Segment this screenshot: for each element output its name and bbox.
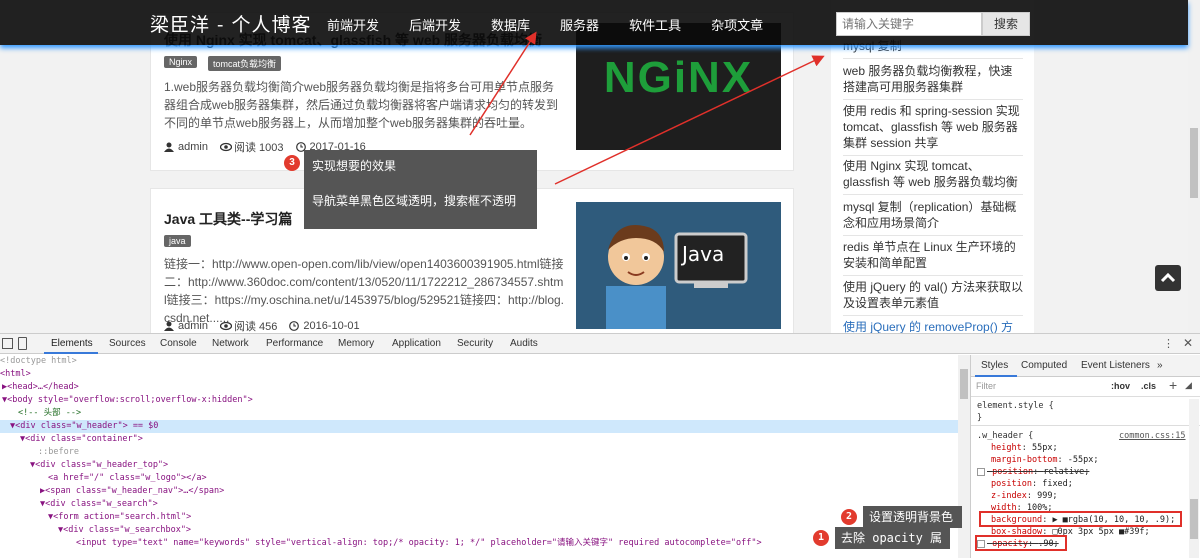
tab-network[interactable]: Network [212,338,249,349]
annotation-callout: 去除 opacity 属性 [835,527,950,558]
css-declaration-disabled[interactable]: position: relative; [977,466,1089,478]
scrollbar-thumb[interactable] [1190,499,1198,539]
devtools-panel: Elements Sources Console Network Perform… [0,333,1200,558]
add-rule-icon[interactable]: + [1169,377,1177,393]
css-val: relative; [1043,467,1090,477]
dom-node[interactable]: ▼<div class="w_header_top"> [30,459,970,472]
element-style-rule[interactable]: element.style { [977,400,1054,412]
css-prop: position [992,467,1034,477]
tab-sources[interactable]: Sources [109,338,146,349]
css-declaration[interactable]: z-index: 999; [991,490,1058,502]
annotation-number: 1 [813,530,829,546]
css-declaration[interactable]: margin-bottom: -55px; [991,454,1099,466]
dom-node[interactable]: <!-- 头部 --> [18,407,970,420]
dom-node[interactable]: ▼<body style="overflow:scroll;overflow-x… [2,394,960,407]
rule-divider [971,425,1200,426]
rule-source-link[interactable]: common.css:15 [1119,430,1186,442]
dom-node[interactable]: <a href="/" class="w_logo"></a> [48,472,970,485]
dom-node[interactable]: <html> [0,368,958,381]
styles-scrollbar[interactable] [1189,399,1199,558]
dom-node[interactable]: <!doctype html> [0,355,958,368]
dom-node[interactable]: ▶<span class="w_header_nav">…</span> [40,485,970,498]
styles-filter-input[interactable]: Filter [976,381,996,391]
css-val: 999; [1037,491,1058,501]
tab-computed[interactable]: Computed [1021,360,1067,371]
expand-icon[interactable]: ◢ [1185,380,1192,391]
rule-selector[interactable]: .w_header { [977,430,1033,442]
css-prop: margin-bottom [991,455,1058,465]
cls-toggle[interactable]: .cls [1141,381,1156,391]
tab-elements[interactable]: Elements [51,338,93,349]
device-toggle-icon[interactable] [18,337,27,350]
dom-node[interactable]: ▼<div class="w_search"> [40,498,970,511]
tab-console[interactable]: Console [160,338,197,349]
css-prop: height [991,443,1022,453]
elements-tree[interactable]: <!doctype html> <html> ▶<head>…</head> ▼… [0,355,970,558]
tab-memory[interactable]: Memory [338,338,374,349]
css-declaration[interactable]: height: 55px; [991,442,1058,454]
dom-node[interactable]: ::before [38,446,970,459]
annotation-number: 2 [841,509,857,525]
highlight-box [975,535,1067,551]
dom-node-selected[interactable]: ▼<div class="w_header"> == $0 [0,420,958,433]
css-declaration[interactable]: position: fixed; [991,478,1073,490]
css-prop: z-index [991,491,1027,501]
css-val: fixed; [1042,479,1073,489]
declaration-checkbox[interactable] [977,467,985,476]
tab-audits[interactable]: Audits [510,338,538,349]
tab-application[interactable]: Application [392,338,441,349]
more-tabs-button[interactable]: » [1157,360,1163,371]
tab-security[interactable]: Security [457,338,493,349]
css-val: □0px 3px 5px ■#39f; [1052,527,1150,537]
css-prop: position [991,479,1032,489]
dom-node[interactable]: ▶<head>…</head> [2,381,960,394]
styles-filter-row: Filter :hov .cls + ◢ [971,377,1200,397]
dom-node[interactable]: ▼<div class="w_searchbox"> [58,524,970,537]
styles-tabs: Styles Computed Event Listeners » [971,355,1200,377]
tab-styles[interactable]: Styles [981,360,1008,371]
active-tab-indicator [44,352,98,354]
css-val: -55px; [1067,455,1099,465]
css-val: 55px; [1031,443,1058,453]
highlight-box [979,511,1182,527]
scrollbar-thumb[interactable] [960,369,968,399]
styles-panel: Styles Computed Event Listeners » Filter… [970,355,1200,558]
dom-node[interactable]: ▼<div class="container"> [20,433,970,446]
more-options-icon[interactable]: ⋮ [1163,337,1174,350]
inspect-icon[interactable] [2,338,13,349]
devtools-toolbar: Elements Sources Console Network Perform… [0,334,1200,354]
hov-toggle[interactable]: :hov [1111,381,1130,391]
annotation-arrows [469,31,825,185]
dom-node[interactable]: ▼<form action="search.html"> [48,511,970,524]
tab-performance[interactable]: Performance [266,338,323,349]
annotation-callout: 设置透明背景色 [863,506,962,528]
tab-event-listeners[interactable]: Event Listeners [1081,360,1150,371]
blog-page: 使用 Nginx 实现 tomcat、glassfish 等 web 服务器负载… [0,0,1200,333]
rule-close-brace: } [977,413,983,423]
close-devtools-icon[interactable]: ✕ [1183,336,1193,350]
